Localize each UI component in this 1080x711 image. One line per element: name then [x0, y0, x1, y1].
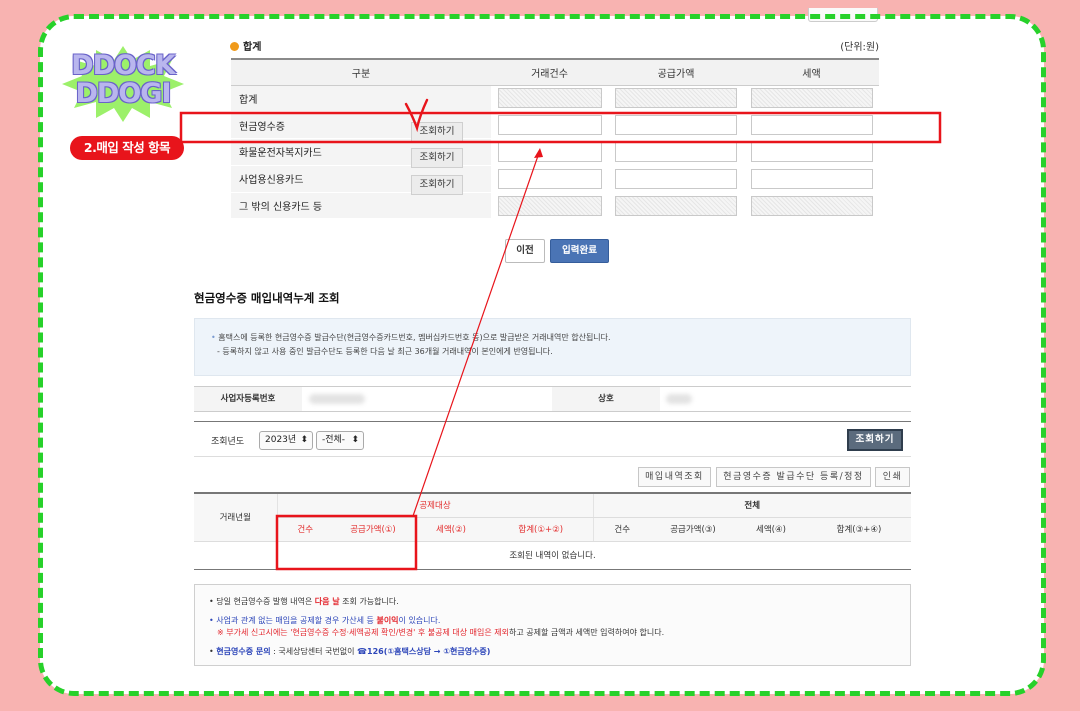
bullet-icon	[230, 42, 239, 51]
tax-field[interactable]	[750, 141, 873, 162]
note-line: • 사업과 관계 없는 매입을 공제할 경우 가산세 등 불이익이 있습니다.	[209, 616, 441, 625]
note-line: • 당일 현금영수증 발행 내역은 다음 날 조회 가능합니다.	[209, 597, 399, 606]
result-table: 거래년월 공제대상 전체 건수 공급가액(①) 세액(②) 합계(①+②) 건수…	[194, 492, 911, 570]
sub-header: 세액(④)	[735, 517, 807, 542]
total-header: 전체	[592, 492, 911, 518]
month-header: 거래년월	[194, 492, 277, 542]
period-select[interactable]: -전체- ⬍	[316, 431, 364, 450]
sub-header: 건수	[276, 517, 333, 542]
row-label: 사업용신용카드 조회하기	[231, 165, 491, 196]
row-label: 그 밖의 신용카드 등	[231, 192, 491, 220]
info-box: • 홈택스에 등록한 현금영수증 발급수단(현금영수증카드번호, 멤버십카드번호…	[194, 318, 911, 376]
company-label: 상호	[552, 387, 660, 411]
row-label: 화물운전자복지카드 조회하기	[231, 138, 491, 169]
select-arrow-icon: ⬍	[351, 435, 359, 445]
sub-header: 합계(③+④)	[807, 517, 911, 542]
print-button[interactable]: 인쇄	[875, 467, 910, 487]
year-select[interactable]: 2023년 ⬍	[259, 431, 313, 450]
sub-header: 공급가액(①)	[333, 517, 413, 542]
row-label: 합계	[231, 85, 491, 113]
lookup-button[interactable]: 조회하기	[411, 121, 463, 142]
count-field	[497, 195, 602, 216]
count-field[interactable]	[497, 141, 602, 162]
summary-table: 구분 거래건수 공급가액 세액 합계 현금영수증 조회하기 화물운전자복지카드 조회…	[231, 58, 879, 220]
sub-header: 공급가액(③)	[651, 517, 735, 542]
deductible-header: 공제대상	[276, 492, 593, 518]
business-info-row: 사업자등록번호 상호	[194, 386, 911, 412]
count-field[interactable]	[497, 115, 602, 136]
tax-field	[750, 195, 873, 216]
supply-field[interactable]	[615, 141, 737, 162]
ddock-ddogi-logo: DDOCK DDOGI	[62, 46, 184, 122]
info-line: - 등록하지 않고 사용 중인 발급수단도 등록한 다음 날 최근 36개월 거…	[217, 347, 553, 356]
year-filter-row: 조회년도 2023년 ⬍ -전체- ⬍ 조회하기	[194, 421, 911, 457]
logo-line2: DDOGI	[75, 78, 172, 109]
supply-field[interactable]	[615, 115, 737, 136]
info-line: • 홈택스에 등록한 현금영수증 발급수단(현금영수증카드번호, 멤버십카드번호…	[211, 333, 611, 342]
col-header: 거래건수	[491, 58, 608, 86]
table-row: 그 밖의 신용카드 등	[231, 192, 879, 220]
empty-message: 조회된 내역이 없습니다.	[194, 541, 911, 570]
search-button[interactable]: 조회하기	[847, 429, 903, 451]
sub-header: 세액(②)	[413, 517, 489, 542]
company-value	[666, 387, 692, 411]
notes-box: • 당일 현금영수증 발행 내역은 다음 날 조회 가능합니다. • 사업과 관…	[194, 584, 911, 666]
table-row: 현금영수증 조회하기	[231, 111, 879, 142]
table-row: 화물운전자복지카드 조회하기	[231, 138, 879, 169]
biz-no-value	[309, 387, 365, 411]
tax-field[interactable]	[750, 168, 873, 189]
tax-field[interactable]	[750, 115, 873, 136]
row-label: 현금영수증 조회하기	[231, 111, 491, 142]
supply-field	[615, 88, 737, 109]
count-field	[497, 88, 602, 109]
year-label: 조회년도	[211, 437, 245, 447]
lookup-button[interactable]: 조회하기	[411, 148, 463, 169]
step-pill: 2.매입 작성 항목	[70, 136, 184, 160]
summary-title: 합계	[230, 38, 261, 53]
supply-field[interactable]	[615, 168, 737, 189]
table-row: 조회된 내역이 없습니다.	[194, 541, 911, 570]
col-header: 공급가액	[608, 58, 744, 86]
col-header: 구분	[231, 58, 491, 86]
logo-line1: DDOCK	[71, 50, 176, 81]
inquiry-title: 현금영수증 매입내역누계 조회	[194, 291, 340, 305]
sub-header: 건수	[592, 517, 651, 542]
table-row: 사업용신용카드 조회하기	[231, 165, 879, 196]
table-row: 합계	[231, 85, 879, 113]
sub-header: 합계(①+②)	[489, 517, 593, 542]
biz-no-label: 사업자등록번호	[194, 387, 302, 411]
tax-field	[750, 88, 873, 109]
note-line: ※ 부가세 신고시에는 '현금영수증 수정·세액공제 확인/변경' 후 불공제 …	[217, 628, 665, 637]
count-field[interactable]	[497, 168, 602, 189]
purchase-history-button[interactable]: 매입내역조회	[638, 467, 711, 487]
register-payment-button[interactable]: 현금영수증 발급수단 등록/정정	[716, 467, 871, 487]
supply-field	[615, 195, 737, 216]
note-line: • 현금영수증 문의 : 국세상담센터 국번없이 ☎126(①홈택스상담 → ①…	[209, 647, 491, 656]
prev-button[interactable]: 이전	[505, 239, 545, 263]
select-arrow-icon: ⬍	[300, 435, 308, 445]
top-partial-button[interactable]	[808, 8, 878, 22]
unit-label: (단위:원)	[840, 42, 879, 53]
submit-button[interactable]: 입력완료	[550, 239, 609, 263]
col-header: 세액	[744, 58, 879, 86]
lookup-button[interactable]: 조회하기	[411, 175, 463, 196]
